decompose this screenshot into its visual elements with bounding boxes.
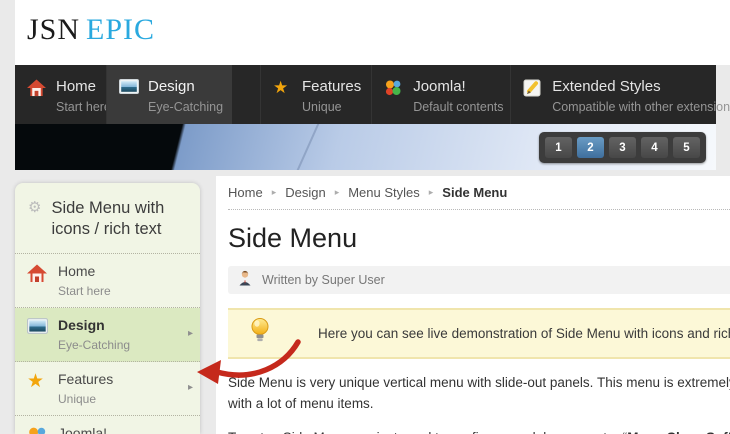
article-title: Side Menu: [228, 223, 730, 254]
nav-label: Extended Styles: [552, 78, 730, 95]
breadcrumb: Home ▸ Design ▸ Menu Styles ▸ Side Menu: [228, 185, 730, 200]
nav-label: Joomla!: [413, 78, 503, 95]
sidebar-item-label: Features: [58, 371, 113, 388]
divider: [228, 209, 730, 210]
sidebar-item-sublabel: Unique: [58, 392, 113, 406]
main-navigation: Home Start here Design Eye-Catching ★ Fe…: [15, 65, 716, 124]
site-logo[interactable]: JSNEPIC: [27, 13, 155, 47]
sidebar-item-sublabel: Eye-Catching: [58, 338, 130, 352]
sidebar-item-label: Joomla!: [58, 425, 145, 434]
info-note-text: Here you can see live demonstration of S…: [318, 326, 730, 341]
side-menu-title: Side Menu with icons / rich text: [51, 198, 190, 240]
breadcrumb-current: Side Menu: [442, 185, 507, 200]
breadcrumb-design[interactable]: Design: [285, 185, 325, 200]
pagination-button-4[interactable]: 4: [641, 137, 668, 158]
pagination-button-2[interactable]: 2: [577, 137, 604, 158]
sidebar-item-design[interactable]: Design Eye-Catching ▸: [15, 308, 200, 362]
article-paragraph-2: To setup Side Menu you just need to conf…: [228, 427, 730, 434]
pencil-icon: [523, 79, 543, 124]
nav-sublabel: Compatible with other extensions: [552, 100, 730, 114]
sidebar-item-label: Design: [58, 317, 130, 334]
breadcrumb-separator-icon: ▸: [272, 187, 277, 198]
breadcrumb-menu-styles[interactable]: Menu Styles: [348, 185, 420, 200]
pagination-button-1[interactable]: 1: [545, 137, 572, 158]
nav-label: Features: [302, 78, 361, 95]
side-menu-module: ⚙ Side Menu with icons / rich text Home …: [15, 183, 200, 434]
pagination-button-5[interactable]: 5: [673, 137, 700, 158]
side-menu-title-row: ⚙ Side Menu with icons / rich text: [15, 183, 200, 254]
nav-sublabel: Eye-Catching: [148, 100, 223, 114]
byline-text: Written by Super User: [262, 273, 385, 287]
star-icon: ★: [27, 372, 47, 406]
article-byline-bar: Written by Super User: [228, 266, 730, 294]
sidebar-item-joomla[interactable]: Joomla! Default contents ▸: [15, 416, 200, 434]
pagination-button-3[interactable]: 3: [609, 137, 636, 158]
star-icon: ★: [273, 79, 293, 124]
home-icon: [27, 79, 47, 124]
joomla-icon: [384, 79, 404, 124]
red-arrow-annotation: [190, 332, 312, 404]
breadcrumb-separator-icon: ▸: [335, 187, 340, 198]
banner-slideshow: 1 2 3 4 5: [15, 124, 716, 170]
logo-epic: EPIC: [86, 13, 155, 46]
site-header: JSNEPIC: [15, 0, 730, 65]
jsn-epic-demo-page: { "logo": {"jsn": "JSN", "epic": "EPIC"}…: [0, 0, 730, 434]
paragraph-text: To setup Side Menu you just need to conf…: [228, 430, 627, 434]
banner-photo-detail: [294, 124, 321, 170]
sidebar-item-features[interactable]: ★ Features Unique ▸: [15, 362, 200, 416]
home-icon: [27, 264, 47, 298]
nav-sublabel: Start here: [56, 100, 111, 114]
nav-item-features[interactable]: ★ Features Unique: [260, 65, 371, 124]
nav-label: Design: [148, 78, 223, 95]
nav-sublabel: Default contents: [413, 100, 503, 114]
joomla-icon: [27, 426, 47, 434]
nav-sublabel: Unique: [302, 100, 361, 114]
author-avatar-icon: [237, 270, 253, 291]
slideshow-pagination: 1 2 3 4 5: [539, 132, 706, 163]
nav-item-extended-styles[interactable]: Extended Styles Compatible with other ex…: [510, 65, 730, 124]
gear-icon: ⚙: [28, 198, 41, 240]
nav-item-home[interactable]: Home Start here: [15, 65, 106, 124]
design-icon: [119, 79, 139, 124]
nav-item-joomla[interactable]: Joomla! Default contents: [371, 65, 510, 124]
nav-item-design[interactable]: Design Eye-Catching: [106, 65, 232, 124]
logo-jsn: JSN: [27, 13, 80, 46]
breadcrumb-home[interactable]: Home: [228, 185, 263, 200]
paragraph-bold-text: Menu Class Suffix: [627, 430, 730, 434]
nav-label: Home: [56, 78, 111, 95]
sidebar-item-sublabel: Start here: [58, 284, 111, 298]
sidebar-item-home[interactable]: Home Start here: [15, 254, 200, 308]
breadcrumb-separator-icon: ▸: [429, 187, 434, 198]
design-icon: [27, 318, 47, 352]
sidebar-item-label: Home: [58, 263, 111, 280]
